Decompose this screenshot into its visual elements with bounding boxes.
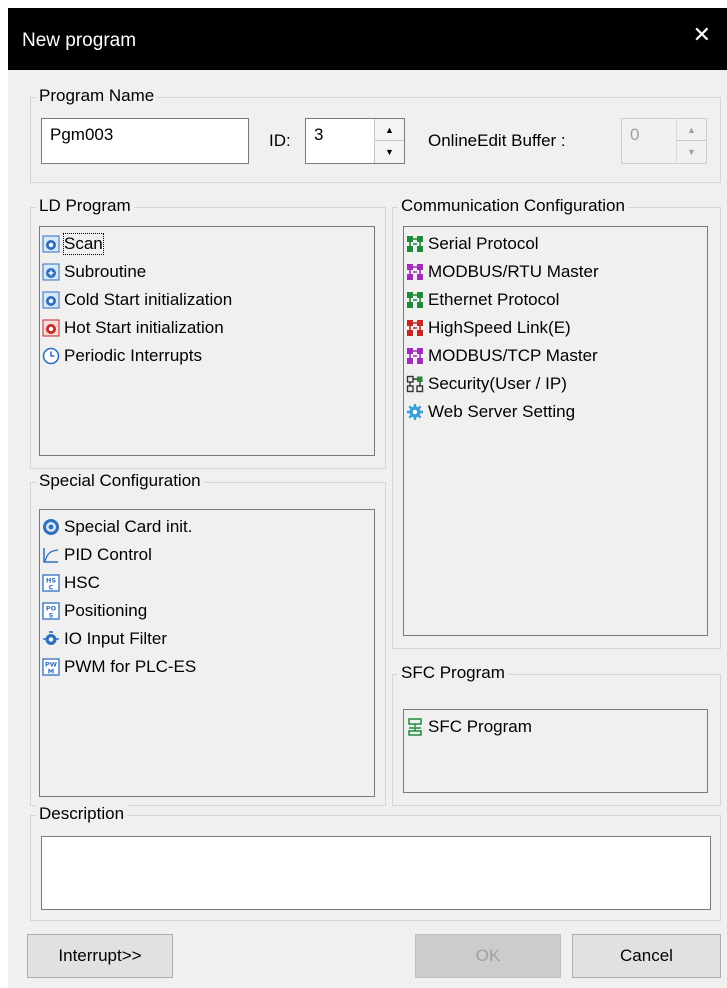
ok-button: OK bbox=[415, 934, 561, 978]
list-item-modbus-tcp-master[interactable]: MODBUS/TCP Master bbox=[406, 342, 705, 370]
sfc-program-legend: SFC Program bbox=[398, 663, 508, 683]
gear-icon bbox=[406, 403, 424, 421]
description-legend: Description bbox=[36, 804, 128, 824]
ld-program-list[interactable]: Scan Subroutine Cold Start initializatio… bbox=[39, 226, 375, 456]
sfc-icon bbox=[406, 718, 424, 736]
communication-legend: Communication Configuration bbox=[398, 196, 628, 216]
list-item-io-input-filter[interactable]: IO Input Filter bbox=[42, 625, 372, 653]
scan-icon bbox=[42, 235, 60, 253]
svg-text:C: C bbox=[49, 584, 54, 592]
program-name-value: Pgm003 bbox=[50, 125, 114, 144]
special-configuration-list[interactable]: Special Card init. PID Control HS C HSC P… bbox=[39, 509, 375, 797]
ld-program-group: LD Program Scan Subroutine Cold Start in… bbox=[30, 196, 386, 469]
interrupt-button[interactable]: Interrupt>> bbox=[27, 934, 173, 978]
network-green-icon bbox=[406, 235, 424, 253]
clock-icon bbox=[42, 347, 60, 365]
list-item-pwm[interactable]: PW M PWM for PLC-ES bbox=[42, 653, 372, 681]
id-stepper[interactable]: 3 ▲ ▼ bbox=[305, 118, 405, 164]
list-item-positioning[interactable]: PO S Positioning bbox=[42, 597, 372, 625]
svg-text:S: S bbox=[49, 612, 54, 620]
program-name-group: Program Name Pgm003 ID: 3 ▲ ▼ OnlineEdit… bbox=[30, 86, 721, 183]
card-icon bbox=[42, 518, 60, 536]
online-edit-increment-button: ▲ bbox=[677, 119, 706, 141]
id-increment-button[interactable]: ▲ bbox=[375, 119, 404, 141]
title-bar: New program ✕ bbox=[8, 8, 727, 70]
window-title: New program bbox=[22, 30, 137, 51]
id-value: 3 bbox=[314, 125, 324, 144]
list-item-pid-control[interactable]: PID Control bbox=[42, 541, 372, 569]
network-purple-icon bbox=[406, 263, 424, 281]
communication-list[interactable]: Serial Protocol MODBUS/RTU Master Ethern… bbox=[403, 226, 708, 636]
list-item-highspeed-link[interactable]: HighSpeed Link(E) bbox=[406, 314, 705, 342]
close-icon[interactable]: ✕ bbox=[693, 22, 711, 48]
id-decrement-button[interactable]: ▼ bbox=[375, 141, 404, 163]
list-item-scan[interactable]: Scan bbox=[42, 230, 372, 258]
network-red-icon bbox=[406, 319, 424, 337]
subroutine-icon bbox=[42, 263, 60, 281]
cancel-button[interactable]: Cancel bbox=[572, 934, 721, 978]
list-item-hsc[interactable]: HS C HSC bbox=[42, 569, 372, 597]
program-name-legend: Program Name bbox=[36, 86, 158, 106]
description-group: Description bbox=[30, 804, 721, 921]
hsc-icon: HS C bbox=[42, 574, 60, 592]
pos-icon: PO S bbox=[42, 602, 60, 620]
list-item-subroutine[interactable]: Subroutine bbox=[42, 258, 372, 286]
security-network-icon bbox=[406, 375, 424, 393]
cold-start-icon bbox=[42, 291, 60, 309]
list-item-ethernet-protocol[interactable]: Ethernet Protocol bbox=[406, 286, 705, 314]
online-edit-buffer-value: 0 bbox=[630, 125, 640, 144]
list-item-periodic-interrupts[interactable]: Periodic Interrupts bbox=[42, 342, 372, 370]
list-item-modbus-rtu-master[interactable]: MODBUS/RTU Master bbox=[406, 258, 705, 286]
online-edit-decrement-button: ▼ bbox=[677, 141, 706, 163]
network-green-icon bbox=[406, 291, 424, 309]
ld-program-legend: LD Program bbox=[36, 196, 134, 216]
dialog-body: Program Name Pgm003 ID: 3 ▲ ▼ OnlineEdit… bbox=[8, 70, 727, 988]
online-edit-buffer-stepper: 0 ▲ ▼ bbox=[621, 118, 707, 164]
network-purple-icon bbox=[406, 347, 424, 365]
list-item-web-server-setting[interactable]: Web Server Setting bbox=[406, 398, 705, 426]
hot-start-icon bbox=[42, 319, 60, 337]
list-item-security[interactable]: Security(User / IP) bbox=[406, 370, 705, 398]
description-input[interactable] bbox=[41, 836, 711, 910]
pwm-icon: PW M bbox=[42, 658, 60, 676]
filter-icon bbox=[42, 630, 60, 648]
communication-group: Communication Configuration Serial Proto… bbox=[392, 196, 721, 649]
special-configuration-legend: Special Configuration bbox=[36, 471, 204, 491]
svg-text:M: M bbox=[48, 668, 54, 676]
pid-icon bbox=[42, 546, 60, 564]
list-item-hot-start[interactable]: Hot Start initialization bbox=[42, 314, 372, 342]
program-name-input[interactable]: Pgm003 bbox=[41, 118, 249, 164]
online-edit-buffer-label: OnlineEdit Buffer : bbox=[428, 131, 566, 150]
special-configuration-group: Special Configuration Special Card init.… bbox=[30, 471, 386, 806]
sfc-program-group: SFC Program SFC Program bbox=[392, 663, 721, 806]
list-item-sfc-program[interactable]: SFC Program bbox=[406, 713, 705, 741]
list-item-special-card-init[interactable]: Special Card init. bbox=[42, 513, 372, 541]
list-item-serial-protocol[interactable]: Serial Protocol bbox=[406, 230, 705, 258]
list-item-cold-start[interactable]: Cold Start initialization bbox=[42, 286, 372, 314]
sfc-program-list[interactable]: SFC Program bbox=[403, 709, 708, 793]
id-label: ID: bbox=[269, 131, 291, 150]
